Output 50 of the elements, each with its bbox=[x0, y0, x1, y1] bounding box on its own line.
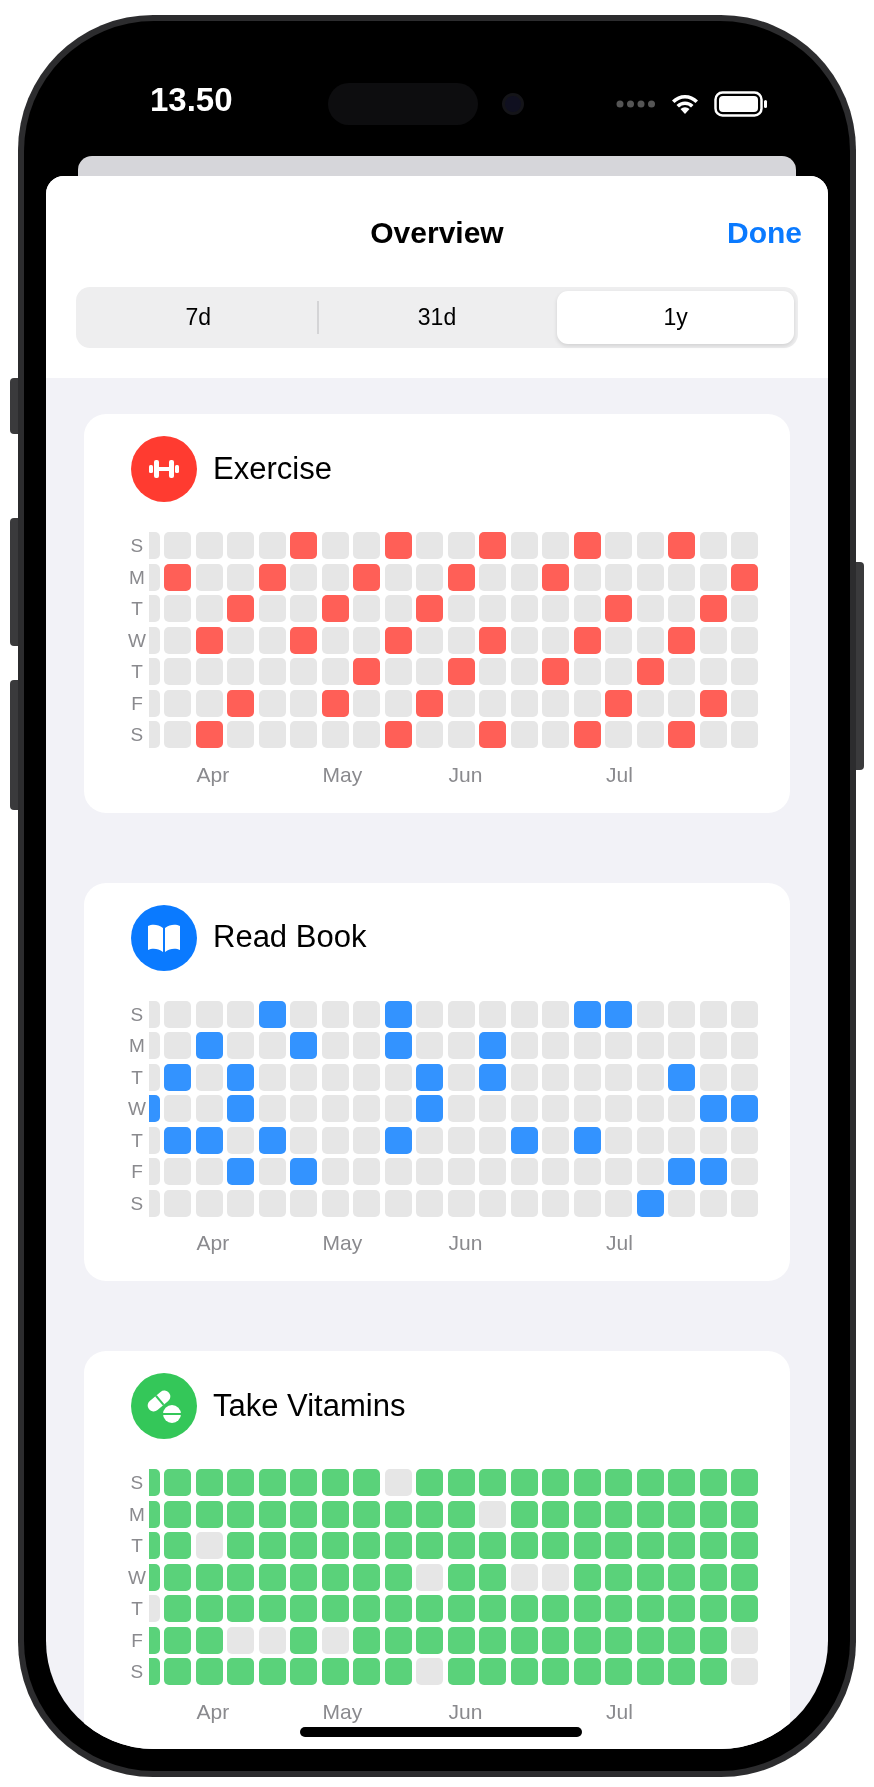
status-time: 13.50 bbox=[150, 79, 233, 120]
habit-title: Take Vitamins bbox=[213, 1386, 406, 1425]
day-label: T bbox=[130, 1130, 144, 1150]
day-label: M bbox=[128, 567, 146, 587]
month-label: Apr bbox=[196, 1698, 230, 1724]
month-label: Jul bbox=[606, 761, 633, 787]
day-label: F bbox=[130, 693, 144, 713]
day-label: T bbox=[130, 662, 144, 681]
day-label: F bbox=[130, 1162, 144, 1181]
month-label: May bbox=[322, 1698, 363, 1724]
habit-title: Read Book bbox=[213, 918, 367, 957]
segment-tab[interactable]: 31d bbox=[318, 291, 556, 344]
side-button[interactable] bbox=[10, 378, 18, 434]
day-label: T bbox=[130, 599, 144, 618]
month-label: Jun bbox=[448, 1230, 483, 1255]
day-label: S bbox=[129, 1193, 145, 1213]
segment-tab[interactable]: 1y bbox=[557, 291, 794, 344]
day-label: W bbox=[127, 630, 147, 650]
month-label: Jun bbox=[448, 1698, 483, 1724]
day-label: M bbox=[128, 1504, 146, 1524]
day-label: M bbox=[128, 1036, 146, 1055]
side-button[interactable] bbox=[10, 680, 18, 810]
day-label: S bbox=[129, 1004, 145, 1024]
day-label: F bbox=[130, 1630, 144, 1650]
camera-icon bbox=[502, 93, 524, 115]
month-label: Jul bbox=[606, 1230, 633, 1255]
day-label: W bbox=[127, 1567, 147, 1587]
day-label: W bbox=[127, 1099, 147, 1118]
day-label: S bbox=[129, 536, 145, 555]
day-label: S bbox=[129, 1662, 145, 1681]
side-button[interactable] bbox=[10, 518, 18, 646]
month-label: May bbox=[322, 1230, 363, 1255]
day-label: T bbox=[130, 1536, 144, 1555]
signal-icon bbox=[616, 100, 656, 108]
month-label: Apr bbox=[196, 761, 230, 787]
done-button[interactable]: Done bbox=[727, 210, 802, 254]
month-label: Jul bbox=[606, 1698, 633, 1724]
habit-title: Exercise bbox=[213, 449, 332, 488]
segment-tab[interactable]: 7d bbox=[80, 291, 317, 344]
side-button[interactable] bbox=[856, 562, 864, 770]
month-label: Jun bbox=[448, 761, 483, 787]
month-label: May bbox=[322, 761, 363, 787]
wifi-icon bbox=[670, 92, 700, 116]
day-label: S bbox=[129, 1473, 145, 1492]
day-label: S bbox=[129, 725, 145, 744]
month-label: Apr bbox=[196, 1230, 230, 1255]
battery-icon bbox=[714, 91, 768, 117]
day-label: T bbox=[130, 1067, 144, 1087]
day-label: T bbox=[130, 1599, 144, 1618]
sheet-title: Overview bbox=[370, 214, 504, 251]
